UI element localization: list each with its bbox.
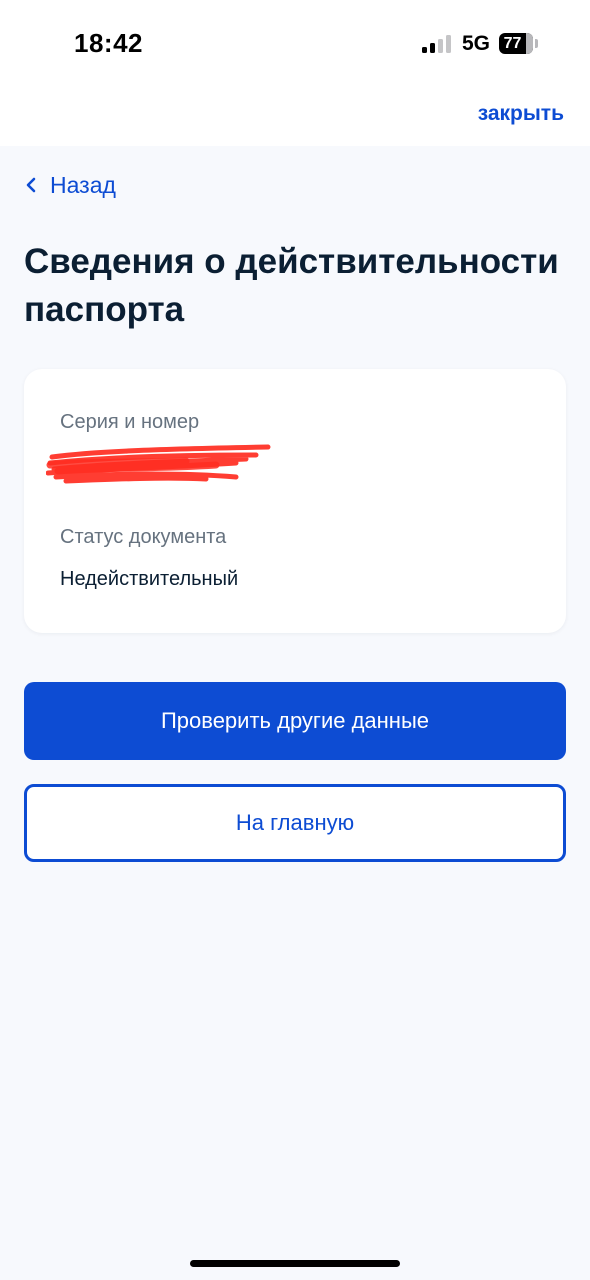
home-button[interactable]: На главную [24,784,566,862]
battery-level: 77 [503,35,522,52]
network-label: 5G [462,32,491,55]
status-bar: 18:42 5G 77 [0,0,590,90]
back-button[interactable]: Назад [24,170,116,200]
back-label: Назад [50,171,116,198]
battery-icon: 77 [499,33,533,54]
close-link[interactable]: закрыть [478,102,564,126]
status-value: Недействительный [60,568,239,590]
redaction-scribble [46,444,271,484]
battery-tip [535,39,538,48]
home-indicator[interactable] [190,1260,400,1267]
status-label: Статус документа [60,526,227,548]
check-other-data-button[interactable]: Проверить другие данные [24,682,566,760]
top-bar: 18:42 5G 77 закрыть [0,0,590,146]
passport-info-card: Серия и номер Статус документа Недействи… [24,369,566,633]
chevron-left-icon [26,177,36,193]
series-number-label: Серия и номер [60,411,200,433]
signal-icon [422,35,452,53]
page-title: Сведения о действительности паспорта [24,242,559,329]
status-time: 18:42 [74,28,143,58]
